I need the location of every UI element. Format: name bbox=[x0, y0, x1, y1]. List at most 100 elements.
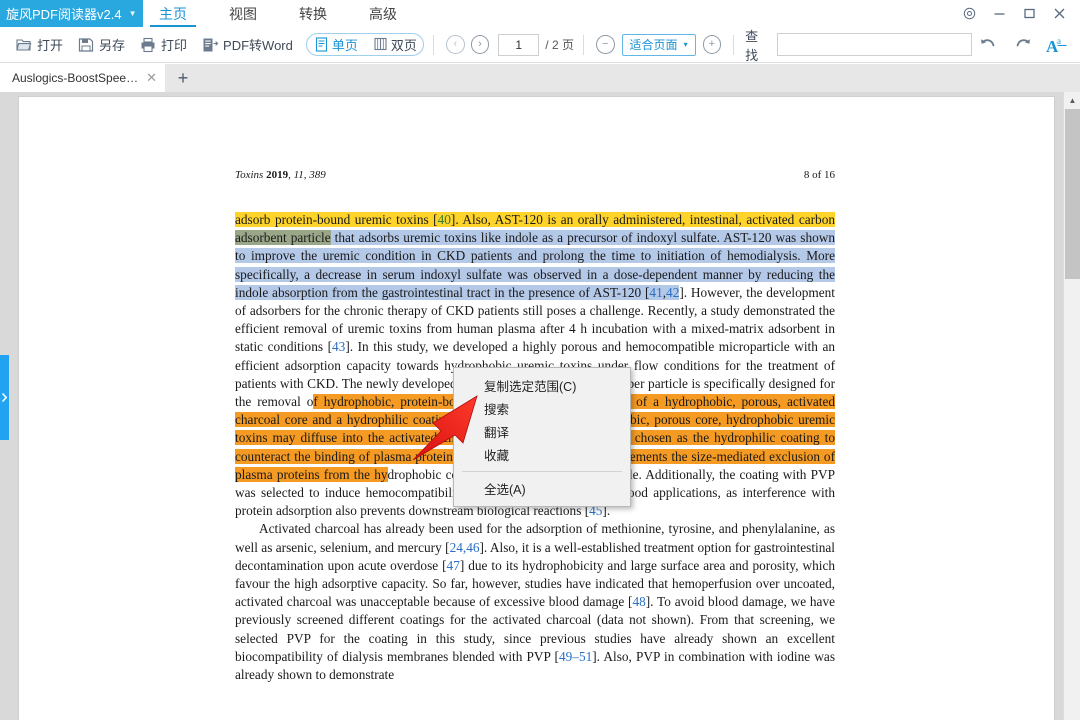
toolbar-right-actions: A a bbox=[972, 31, 1072, 58]
p1-seg-a: adsorb protein-bound uremic toxins [ bbox=[235, 212, 438, 227]
journal-volume: , 11, 389 bbox=[288, 169, 326, 181]
search-input[interactable] bbox=[776, 33, 972, 56]
context-menu-label: 全选(A) bbox=[484, 483, 526, 497]
redo-button[interactable] bbox=[1008, 31, 1038, 58]
menu-item-home[interactable]: 主页 bbox=[138, 0, 208, 27]
red-arrow-annotation bbox=[411, 390, 499, 467]
pdf-reader-window: 旋风PDF阅读器v2.4 ▼ 主页 视图 转换 高级 打开 另存 打印 PDF转… bbox=[0, 0, 1080, 720]
citation-ref[interactable]: 46 bbox=[466, 540, 479, 555]
scroll-up-button[interactable]: ▲ bbox=[1064, 92, 1080, 109]
citation-ref[interactable]: 43 bbox=[332, 339, 345, 354]
minimize-icon[interactable] bbox=[984, 0, 1014, 27]
find-label: 查找 bbox=[745, 28, 759, 63]
menu-bar: 主页 视图 转换 高级 bbox=[138, 0, 418, 27]
next-page-button[interactable]: › bbox=[470, 35, 490, 54]
single-page-option[interactable]: 单页 bbox=[307, 34, 366, 55]
menu-item-label: 高级 bbox=[369, 5, 397, 22]
journal-name: Toxins bbox=[235, 169, 267, 181]
citation-ref[interactable]: 41 bbox=[649, 284, 663, 300]
save-as-label: 另存 bbox=[99, 38, 126, 53]
zoom-level-value: 适合页面 bbox=[629, 38, 678, 52]
scrollbar-thumb[interactable] bbox=[1065, 109, 1080, 279]
plus-icon: + bbox=[177, 67, 189, 88]
single-page-label: 单页 bbox=[331, 38, 358, 53]
vertical-scrollbar[interactable]: ▲ bbox=[1063, 92, 1080, 720]
text-tool-button[interactable]: A a bbox=[1044, 31, 1070, 58]
pdf-to-word-icon bbox=[201, 36, 219, 54]
print-button[interactable]: 打印 bbox=[132, 30, 194, 60]
menu-item-label: 主页 bbox=[159, 5, 187, 22]
menu-item-label: 转换 bbox=[299, 5, 327, 22]
toolbar-divider bbox=[733, 34, 735, 55]
citation-ref[interactable]: 48 bbox=[632, 594, 645, 609]
toolbar-divider bbox=[582, 34, 584, 55]
pdf-page[interactable]: Toxins 2019, 11, 389 8 of 16 adsorb prot… bbox=[19, 97, 1054, 720]
page-number-input[interactable]: 1 bbox=[498, 33, 540, 56]
window-controls bbox=[954, 0, 1074, 27]
save-icon bbox=[77, 36, 95, 54]
open-button[interactable]: 打开 bbox=[8, 30, 70, 60]
toolbar-divider bbox=[433, 34, 435, 55]
print-label: 打印 bbox=[161, 38, 188, 53]
p1-seg-carbon: carbon bbox=[798, 212, 836, 227]
menu-item-label: 视图 bbox=[229, 5, 257, 22]
chevron-down-icon[interactable]: ▼ bbox=[129, 9, 137, 18]
zoom-level-select[interactable]: 适合页面 ▾ bbox=[621, 33, 696, 56]
app-title: 旋风PDF阅读器v2.4 bbox=[6, 7, 122, 22]
p1-seg-b: ]. Also, AST-120 is an orally administer… bbox=[450, 212, 799, 227]
chevron-up-icon: ▲ bbox=[1068, 96, 1077, 105]
save-as-button[interactable]: 另存 bbox=[70, 30, 132, 60]
p2-dash: – bbox=[572, 648, 579, 664]
menu-item-advanced[interactable]: 高级 bbox=[348, 0, 418, 27]
document-tab[interactable]: Auslogics-BoostSpee… ✕ bbox=[0, 64, 165, 92]
sidebar-expander[interactable] bbox=[0, 355, 9, 440]
page-layout-toggle: 单页 双页 bbox=[305, 33, 425, 56]
prev-page-button[interactable]: ‹ bbox=[446, 35, 465, 54]
zoom-in-button[interactable]: + bbox=[702, 35, 722, 54]
undo-button[interactable] bbox=[972, 31, 1002, 58]
menu-item-view[interactable]: 视图 bbox=[208, 0, 278, 27]
plus-icon: + bbox=[708, 38, 716, 50]
context-menu-separator bbox=[462, 471, 622, 472]
settings-icon[interactable] bbox=[954, 0, 984, 27]
folder-open-icon bbox=[15, 36, 33, 54]
pdf-to-word-button[interactable]: PDF转Word bbox=[194, 30, 300, 60]
pdf-to-word-label: PDF转Word bbox=[223, 38, 293, 53]
close-icon[interactable] bbox=[1044, 0, 1074, 27]
menu-item-convert[interactable]: 转换 bbox=[278, 0, 348, 27]
main-toolbar: 打开 另存 打印 PDF转Word 单页 双页 ‹ › 1 / 2 页 − 适合… bbox=[0, 27, 1080, 63]
paragraph-2[interactable]: Activated charcoal has already been used… bbox=[235, 520, 835, 684]
context-menu-item-select-all[interactable]: 全选(A) bbox=[454, 477, 630, 500]
document-tab-strip: Auslogics-BoostSpee… ✕ + bbox=[0, 64, 1080, 92]
svg-text:a: a bbox=[1057, 36, 1061, 46]
zoom-out-button[interactable]: − bbox=[595, 35, 615, 54]
citation-ref[interactable]: 42 bbox=[666, 284, 680, 300]
maximize-icon[interactable] bbox=[1014, 0, 1044, 27]
journal-year: 2019 bbox=[266, 169, 289, 181]
new-tab-button[interactable]: + bbox=[165, 64, 201, 92]
minus-icon: − bbox=[602, 38, 609, 50]
printer-icon bbox=[139, 36, 157, 54]
document-tab-title: Auslogics-BoostSpee… bbox=[12, 71, 139, 85]
p1-seg-adsorbent: adsorbent particle bbox=[235, 230, 331, 246]
running-head: Toxins 2019, 11, 389 8 of 16 bbox=[235, 169, 835, 181]
chevron-left-icon: ‹ bbox=[453, 38, 458, 50]
chevron-right-icon bbox=[1, 393, 7, 402]
double-page-label: 双页 bbox=[390, 38, 417, 53]
citation-ref[interactable]: 24 bbox=[450, 540, 463, 555]
running-head-citation: Toxins 2019, 11, 389 bbox=[235, 169, 326, 181]
document-viewer: Toxins 2019, 11, 389 8 of 16 adsorb prot… bbox=[0, 92, 1080, 720]
double-page-icon bbox=[374, 37, 387, 52]
citation-ref[interactable]: 40 bbox=[437, 212, 451, 227]
citation-ref[interactable]: 47 bbox=[447, 558, 460, 573]
page-indicator: 8 of 16 bbox=[803, 169, 835, 181]
double-page-option[interactable]: 双页 bbox=[366, 34, 423, 55]
chevron-down-icon: ▾ bbox=[683, 40, 688, 49]
open-label: 打开 bbox=[37, 38, 64, 53]
app-brand[interactable]: 旋风PDF阅读器v2.4 ▼ bbox=[0, 0, 143, 27]
page-number-value: 1 bbox=[515, 37, 523, 52]
chevron-right-icon: › bbox=[478, 38, 482, 50]
close-icon[interactable]: ✕ bbox=[146, 70, 157, 86]
citation-ref[interactable]: 49 bbox=[559, 649, 572, 664]
citation-ref[interactable]: 51 bbox=[579, 649, 592, 664]
